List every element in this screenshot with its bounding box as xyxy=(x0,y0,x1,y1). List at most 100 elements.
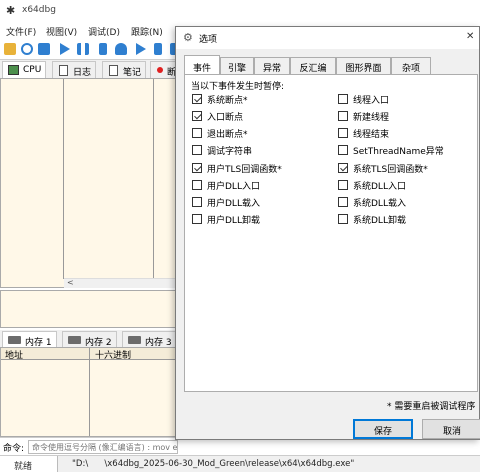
status-state: 就绪 xyxy=(14,462,33,472)
restart-note: * 需要重启被调试程序 xyxy=(387,402,476,412)
cancel-button[interactable]: 取消 xyxy=(422,419,480,439)
save-button[interactable]: 保存 xyxy=(353,419,413,439)
menu-debug[interactable]: 调试(D) xyxy=(88,25,120,38)
checkbox-box[interactable] xyxy=(338,214,348,224)
title-bar: ✱ x64dbg xyxy=(0,0,480,22)
status-path: "D:\ \x64dbg_2025-06-30_Mod_Green\releas… xyxy=(72,459,355,469)
checkbox-label: 调试字符串 xyxy=(207,147,253,157)
checkbox-label: 入口断点 xyxy=(207,113,244,123)
command-label: 命令: xyxy=(3,444,25,454)
checkbox-box[interactable] xyxy=(192,145,202,155)
section-label: 当以下事件发生时暂停: xyxy=(191,82,285,92)
gear-icon: ⚙ xyxy=(183,31,193,44)
notes-icon xyxy=(109,65,118,76)
checkbox-box[interactable] xyxy=(192,214,202,224)
menu-view[interactable]: 视图(V) xyxy=(46,25,77,38)
run-to-user-icon[interactable] xyxy=(136,43,146,55)
breakpoint-icon xyxy=(157,67,163,73)
tab-label: CPU xyxy=(23,65,42,75)
tab-memory-2[interactable]: 内存 2 xyxy=(62,331,117,348)
checkbox-label: 线程入口 xyxy=(353,96,390,106)
tab-label: 笔记 xyxy=(123,68,142,78)
toolbar xyxy=(0,40,180,60)
memory-dump-pane[interactable]: 地址 十六进制 xyxy=(0,347,180,437)
memory-icon xyxy=(8,336,21,344)
tab-misc[interactable]: 杂项 xyxy=(391,57,431,75)
checkbox-box[interactable] xyxy=(338,180,348,190)
checkbox-label: 线程结束 xyxy=(353,130,390,140)
checkbox-box[interactable] xyxy=(338,111,348,121)
column-divider xyxy=(63,79,64,279)
close-debuggee-icon[interactable] xyxy=(38,43,50,55)
checkbox-box[interactable] xyxy=(192,180,202,190)
tab-gui[interactable]: 图形界面 xyxy=(336,57,391,75)
dialog-title: 选项 xyxy=(199,35,218,45)
memory-grid-header: 地址 十六进制 xyxy=(1,348,179,361)
checkbox-box[interactable] xyxy=(338,94,348,104)
checkbox-label: 新建线程 xyxy=(353,113,390,123)
main-tab-strip: CPU 日志 笔记 断 xyxy=(0,60,182,78)
info-pane xyxy=(0,290,180,328)
column-hex[interactable]: 十六进制 xyxy=(95,348,131,361)
checkbox-box[interactable] xyxy=(338,128,348,138)
column-divider xyxy=(153,79,154,279)
checkbox-label: 系统DLL载入 xyxy=(353,199,406,209)
menu-trace[interactable]: 跟踪(N) xyxy=(131,25,163,38)
checkbox-box[interactable] xyxy=(192,197,202,207)
log-icon xyxy=(59,65,68,76)
column-divider xyxy=(89,348,90,436)
app-title: x64dbg xyxy=(22,5,56,15)
checkbox-label: 退出断点* xyxy=(207,130,248,140)
checkbox-label: 系统断点* xyxy=(207,96,248,106)
checkbox-box[interactable] xyxy=(192,163,202,173)
checkbox-label: 系统TLS回调函数* xyxy=(353,165,428,175)
checkbox-label: 系统DLL卸载 xyxy=(353,216,406,226)
menu-bar: 文件(F) 视图(V) 调试(D) 跟踪(N) xyxy=(0,23,180,39)
options-dialog: ⚙ 选项 ✕ 事件 引擎 异常 反汇编 图形界面 杂项 当以下事件发生时暂停: … xyxy=(175,26,480,440)
tab-exceptions[interactable]: 异常 xyxy=(254,57,290,75)
column-address[interactable]: 地址 xyxy=(5,348,23,361)
tab-notes[interactable]: 笔记 xyxy=(102,61,147,78)
tab-events[interactable]: 事件 xyxy=(184,55,220,76)
tab-cpu[interactable]: CPU xyxy=(2,61,47,78)
tab-engine[interactable]: 引擎 xyxy=(220,57,254,75)
run-icon[interactable] xyxy=(60,43,70,55)
memory-tab-strip: 内存 1 内存 2 内存 3 xyxy=(0,330,180,348)
checkbox-box[interactable] xyxy=(192,128,202,138)
memory-icon xyxy=(128,336,141,344)
status-bar: 就绪 "D:\ \x64dbg_2025-06-30_Mod_Green\rel… xyxy=(0,455,480,472)
checkbox-label: 用户DLL载入 xyxy=(207,199,260,209)
tab-log[interactable]: 日志 xyxy=(52,61,97,78)
scroll-left-icon[interactable]: < xyxy=(67,278,74,287)
tab-disassembly[interactable]: 反汇编 xyxy=(290,57,336,75)
horizontal-scrollbar[interactable]: < xyxy=(64,278,180,288)
checkbox-label: SetThreadName异常 xyxy=(353,147,444,157)
command-input[interactable] xyxy=(28,440,178,454)
checkbox-label: 系统DLL入口 xyxy=(353,182,406,192)
open-icon[interactable] xyxy=(4,43,16,55)
pause-icon[interactable] xyxy=(77,43,89,55)
step-down-icon[interactable] xyxy=(154,43,162,55)
menu-file[interactable]: 文件(F) xyxy=(6,25,36,38)
checkbox-label: 用户DLL卸载 xyxy=(207,216,260,226)
checkbox-box[interactable] xyxy=(338,145,348,155)
app-bug-icon: ✱ xyxy=(6,4,16,17)
memory-icon xyxy=(68,336,81,344)
checkbox-label: 用户TLS回调函数* xyxy=(207,165,282,175)
checkbox-box[interactable] xyxy=(338,163,348,173)
checkbox-box[interactable] xyxy=(192,111,202,121)
checkbox-box[interactable] xyxy=(338,197,348,207)
checkbox-box[interactable] xyxy=(192,94,202,104)
main-window: ✱ x64dbg 文件(F) 视图(V) 调试(D) 跟踪(N) CPU 日志 xyxy=(0,0,480,472)
restart-icon[interactable] xyxy=(21,43,33,55)
dialog-tab-strip: 事件 引擎 异常 反汇编 图形界面 杂项 xyxy=(184,55,479,76)
cpu-disassembly-pane[interactable] xyxy=(0,78,180,288)
step-over-icon[interactable] xyxy=(115,43,127,55)
checkbox-label: 用户DLL入口 xyxy=(207,182,260,192)
step-into-icon[interactable] xyxy=(99,43,107,55)
events-panel: 当以下事件发生时暂停: 系统断点* 入口断点 退出断点* 调试字符串 用户TLS… xyxy=(184,74,478,392)
dialog-title-bar[interactable]: ⚙ 选项 ✕ xyxy=(176,27,479,49)
tab-memory-3[interactable]: 内存 3 xyxy=(122,331,177,348)
close-icon[interactable]: ✕ xyxy=(466,31,474,42)
tab-memory-1[interactable]: 内存 1 xyxy=(2,331,57,348)
